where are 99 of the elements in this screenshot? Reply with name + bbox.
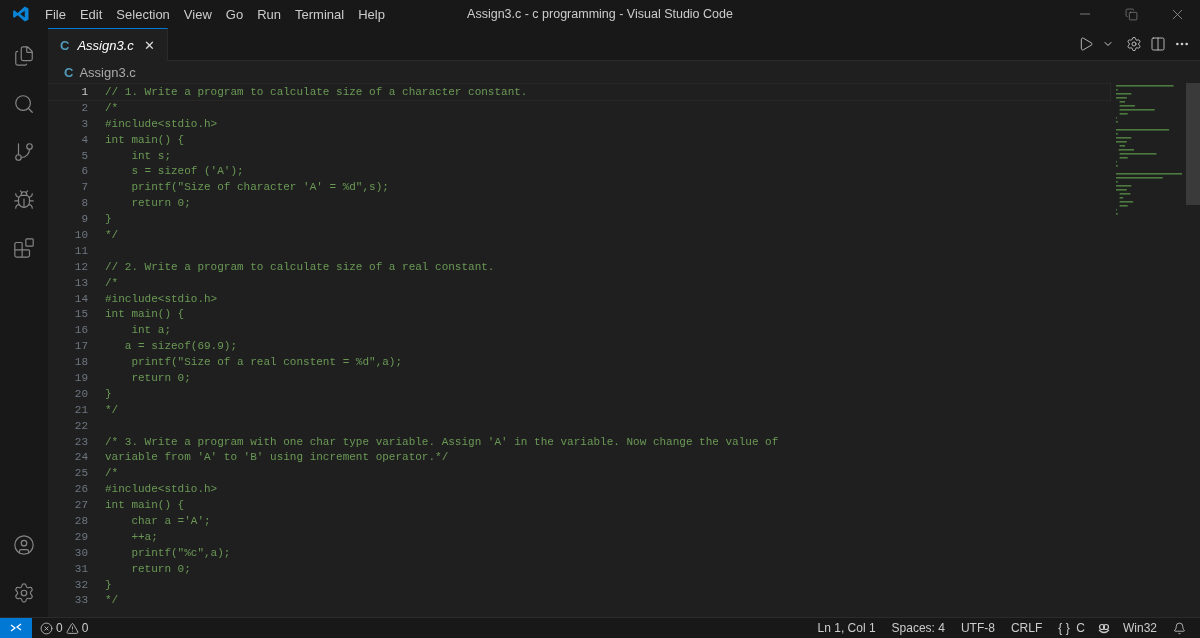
menu-item[interactable]: Selection: [109, 6, 177, 22]
c-file-icon: C: [64, 64, 74, 80]
menu-item[interactable]: View: [176, 6, 219, 22]
line-number: 31: [73, 562, 88, 575]
menu-item[interactable]: Edit: [72, 6, 110, 22]
line-number: 29: [73, 530, 88, 543]
error-count: 0: [56, 621, 63, 635]
editor-tab[interactable]: C Assign3.c ✕: [48, 28, 168, 61]
line-number: 20: [73, 387, 88, 400]
status-item[interactable]: Ln 1, Col 1: [809, 621, 884, 635]
status-item[interactable]: Win32: [1115, 621, 1165, 635]
line-number: 15: [73, 308, 88, 321]
code-line: printf("Size of character 'A' = %d",s);: [130, 181, 389, 194]
code-line: /*: [105, 467, 119, 480]
window-title: Assign3.c - c programming - Visual Studio Code: [467, 7, 733, 21]
line-number: 6: [80, 165, 88, 178]
remote-button[interactable]: [0, 618, 32, 638]
menu-item[interactable]: Run: [250, 6, 288, 22]
gear-icon[interactable]: [1126, 36, 1142, 52]
code-line: }: [105, 387, 112, 400]
status-item[interactable]: { } C: [1050, 621, 1093, 635]
code-line: return 0;: [130, 562, 191, 575]
warning-count: 0: [81, 621, 89, 635]
code-line: int s;: [130, 149, 171, 162]
code-line: int main() {: [105, 499, 185, 512]
line-number: 26: [73, 483, 88, 496]
app-logo-icon: [12, 5, 30, 23]
code-line: /*: [105, 276, 119, 289]
code-line: return 0;: [130, 371, 191, 384]
code-line: /* 3. Write a program with one char type variable. Assign 'A' in the variable. Now change the value of: [105, 435, 779, 448]
line-number: 28: [73, 515, 88, 527]
line-number: 5: [80, 149, 88, 162]
code-line: ++a;: [130, 530, 158, 543]
line-number: 14: [73, 292, 88, 305]
code-line: variable from 'A' to 'B' using increment operator.*/: [105, 451, 449, 464]
line-number: 9: [80, 213, 88, 226]
line-number: 12: [73, 260, 88, 273]
code-line: s = sizeof ('A');: [130, 165, 244, 178]
copilot-icon[interactable]: [1097, 621, 1111, 635]
line-number: 33: [73, 594, 88, 607]
c-file-icon: C: [60, 37, 70, 53]
line-number: 27: [73, 499, 88, 512]
problems-status[interactable]: 0 0: [32, 621, 97, 635]
line-number: 25: [73, 467, 88, 480]
line-number: 32: [73, 578, 88, 591]
split-editor-icon[interactable]: [1150, 36, 1166, 52]
line-number: 16: [73, 324, 88, 337]
code-line: printf("Size of a real constent = %d",a);: [130, 356, 403, 369]
line-number: 4: [80, 133, 88, 146]
breadcrumb-item[interactable]: Assign3.c: [79, 64, 136, 80]
line-number: 13: [73, 276, 88, 289]
line-number: 18: [73, 356, 88, 369]
line-number: 7: [80, 181, 88, 194]
line-number: 2: [80, 101, 88, 114]
code-line: /*: [105, 101, 119, 114]
status-item[interactable]: CRLF: [1002, 621, 1051, 635]
code-line: return 0;: [130, 197, 191, 210]
code-line: #include<stdio.h>: [105, 292, 218, 305]
code-line: int main() {: [105, 308, 185, 321]
code-line: int main() {: [105, 133, 185, 146]
code-line: */: [105, 594, 119, 607]
remote-icon: [10, 622, 22, 634]
line-number: 10: [73, 228, 88, 241]
code-line: printf("%c",a);: [130, 546, 231, 559]
menu-item[interactable]: File: [38, 6, 73, 22]
menu-item[interactable]: Terminal: [288, 6, 352, 22]
error-icon: [40, 621, 53, 635]
code-line: #include<stdio.h>: [105, 117, 218, 130]
scrollbar-thumb[interactable]: [1186, 83, 1200, 205]
line-number: 23: [73, 435, 88, 448]
line-number: 3: [80, 117, 88, 130]
code-line: int a;: [130, 324, 171, 337]
code-line: // 2. Write a program to calculate size of a real constant.: [105, 260, 495, 273]
code-line: // 1. Write a program to calculate size of a character constant.: [105, 85, 528, 98]
close-tab-button[interactable]: ✕: [141, 37, 157, 53]
code-line: char a ='A';: [130, 515, 211, 527]
line-number: 24: [73, 451, 88, 464]
status-item[interactable]: Spaces: 4: [883, 621, 953, 635]
line-number: 1: [80, 85, 88, 98]
line-number: 17: [73, 340, 88, 353]
warning-icon: [65, 621, 79, 635]
menu-item[interactable]: Go: [218, 6, 251, 22]
line-number: 21: [73, 403, 88, 416]
line-number: 11: [73, 244, 88, 257]
status-item[interactable]: UTF-8: [952, 621, 1003, 635]
line-number: 19: [73, 371, 88, 384]
line-number: 30: [73, 546, 88, 559]
code-line: }: [105, 213, 112, 226]
code-line: */: [105, 228, 119, 241]
code-line: */: [105, 403, 119, 416]
run-icon[interactable]: [1078, 36, 1094, 52]
code-line: #include<stdio.h>: [105, 483, 218, 496]
code-line: a = sizeof(69.9);: [123, 340, 238, 353]
line-number: 8: [80, 197, 88, 210]
line-number: 22: [73, 419, 88, 432]
menu-item[interactable]: Help: [351, 6, 392, 22]
restore-icon[interactable]: [1124, 7, 1138, 21]
code-line: }: [105, 578, 112, 591]
tab-label: Assign3.c: [77, 37, 134, 53]
